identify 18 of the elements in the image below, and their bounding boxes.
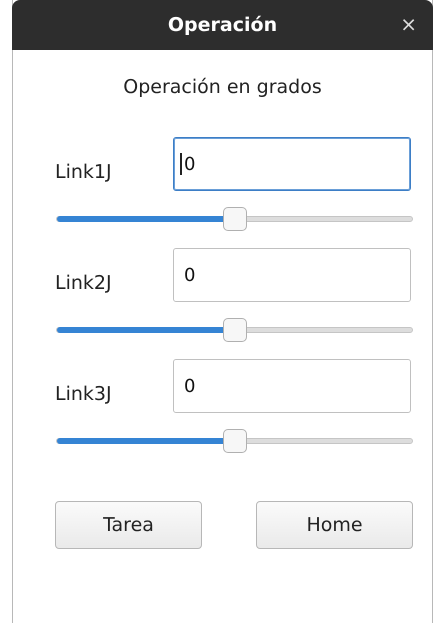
heading: Operación en grados (122, 76, 323, 98)
input-field[interactable]: 0 (173, 359, 411, 413)
slider-thumb[interactable] (222, 207, 246, 231)
action-button[interactable]: Tarea (55, 501, 202, 549)
window-title: Operación (166, 14, 278, 36)
field-label: Link1J (55, 160, 113, 183)
slider-thumb[interactable] (222, 429, 246, 453)
field-label: Link2J (55, 271, 113, 294)
action-button[interactable]: Home (256, 501, 413, 549)
slider[interactable] (56, 429, 413, 453)
slider[interactable] (56, 318, 413, 342)
input-field[interactable]: 0 (173, 248, 411, 302)
close-button[interactable]: × (398, 12, 419, 36)
field-label: Link3J (55, 382, 113, 405)
text-cursor (180, 153, 182, 175)
input-field[interactable]: 0 (173, 137, 411, 191)
slider[interactable] (56, 207, 413, 231)
slider-thumb[interactable] (222, 318, 246, 342)
